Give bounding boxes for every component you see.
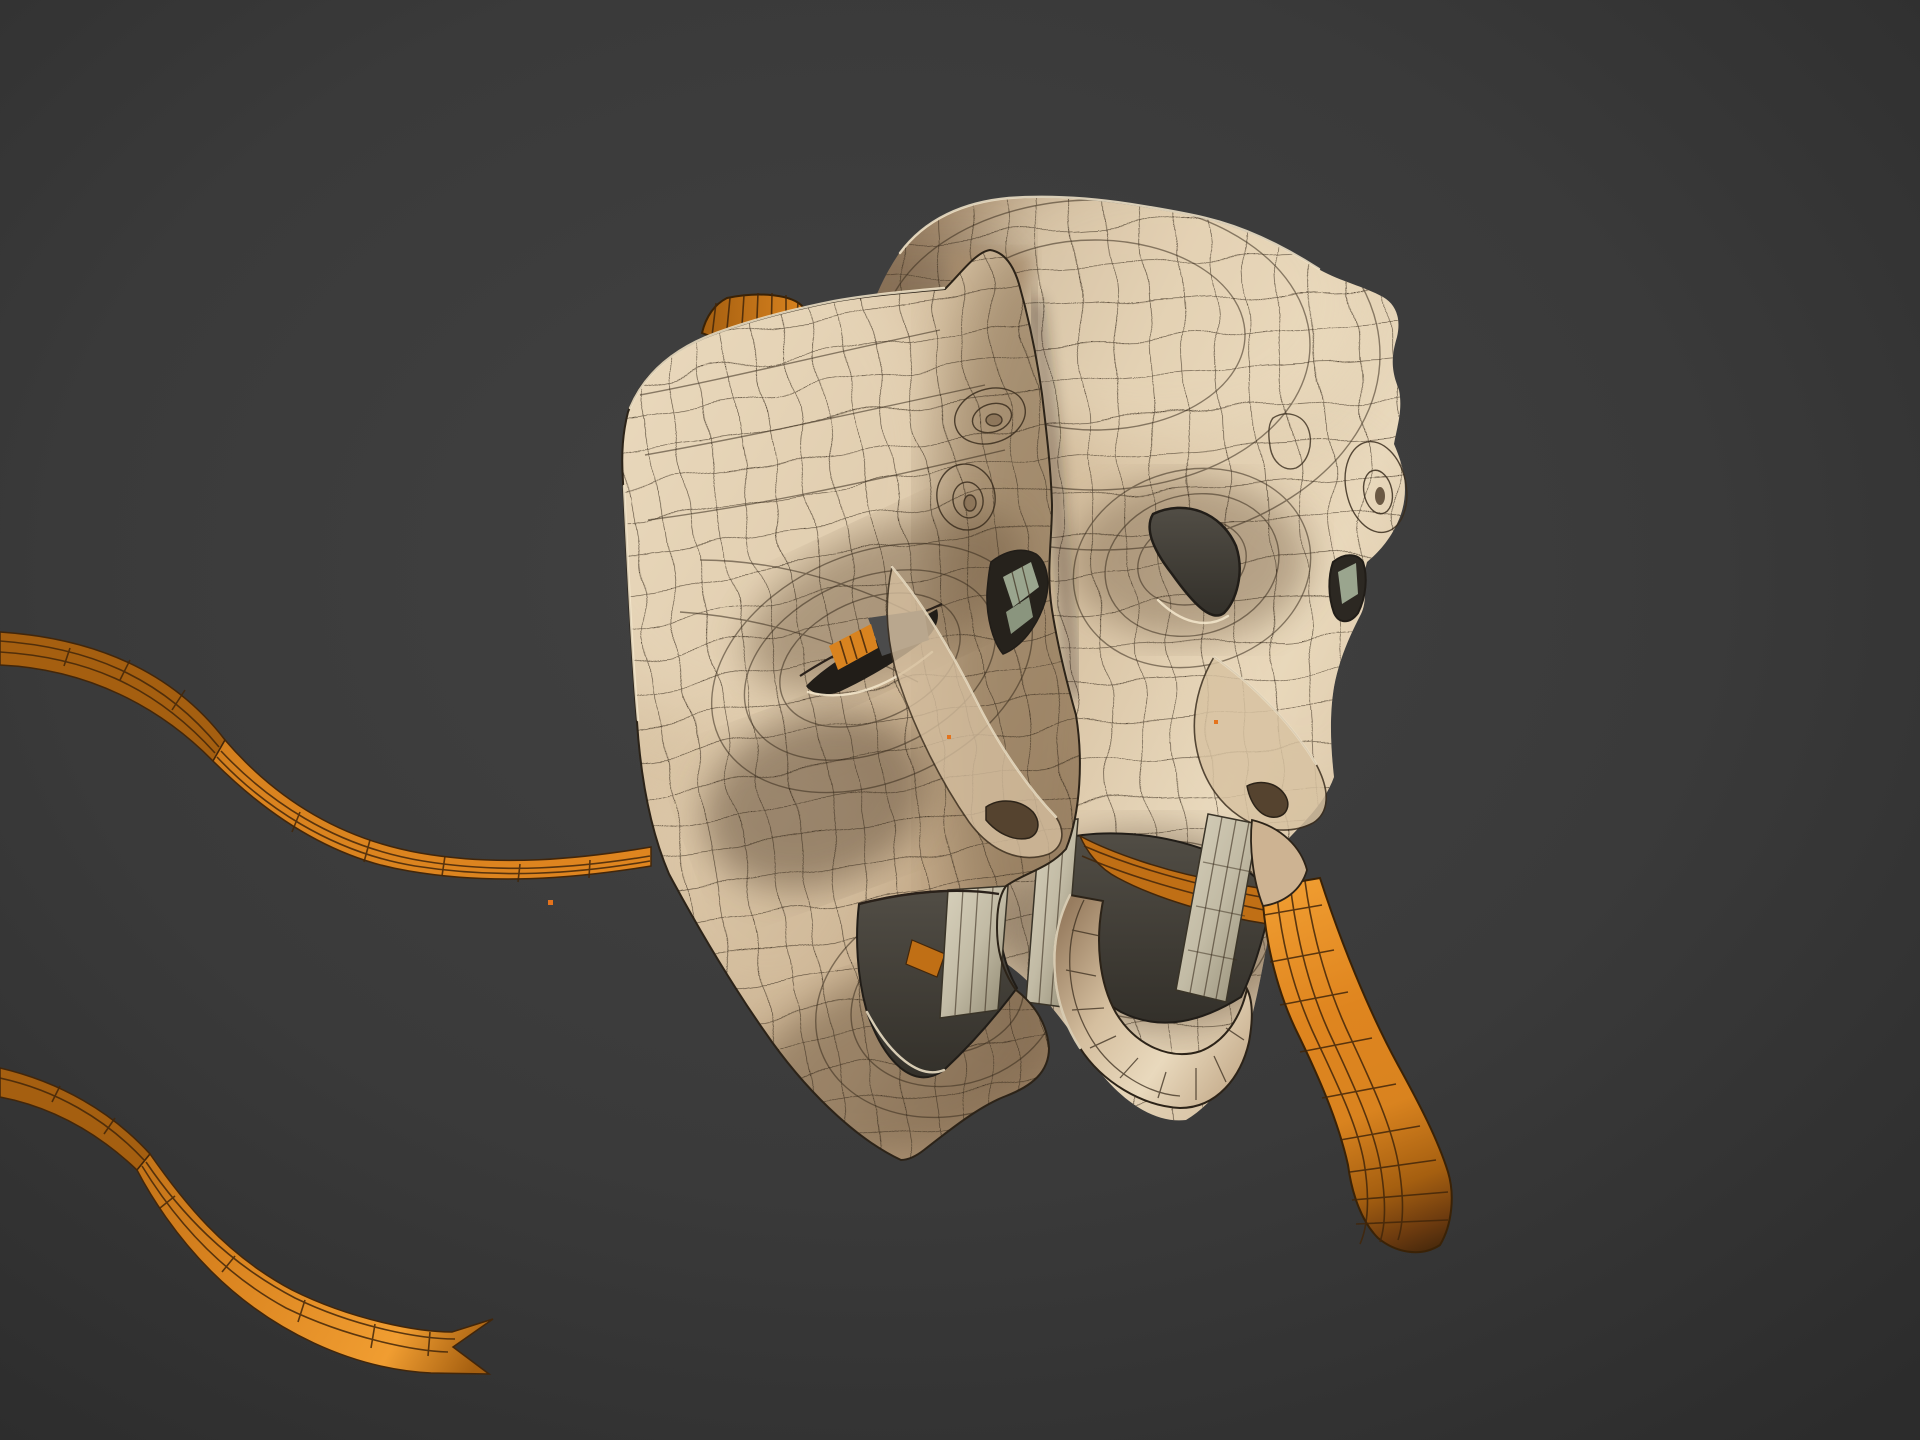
mask-render: Wireframe 3D render: tragedy and comedy … [0,0,1920,1440]
viewport: Wireframe 3D render: tragedy and comedy … [0,0,1920,1440]
